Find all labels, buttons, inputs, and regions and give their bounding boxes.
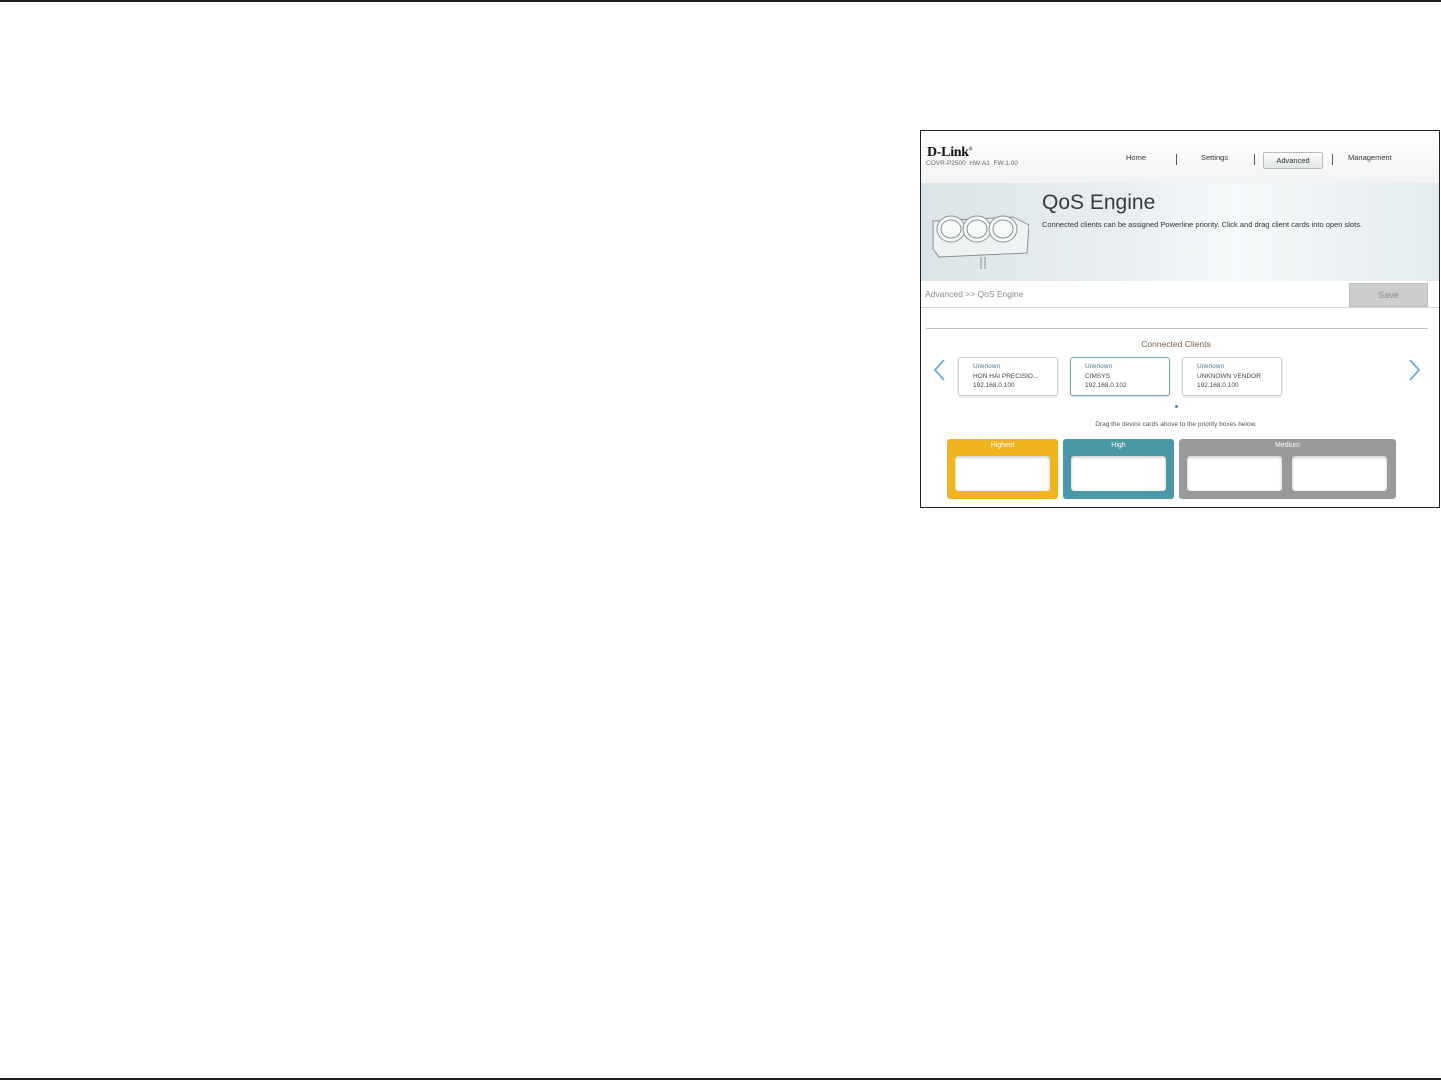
client-card[interactable]: Unknown UNKNOWN VENDOR 192.168.0.100 — [1182, 357, 1282, 396]
client-name: Unknown — [1197, 363, 1225, 370]
priority-label-high: High — [1111, 442, 1126, 449]
dlink-logo: D-Link® — [927, 145, 973, 160]
section-divider — [926, 328, 1428, 329]
bottom-rule — [0, 1078, 1441, 1080]
client-vendor: UNKNOWN VENDOR — [1197, 373, 1261, 380]
header: D-Link® COVR-P2500 HW:A1 FW:1.00 Home Se… — [921, 131, 1439, 184]
chevron-left-icon[interactable] — [931, 357, 949, 383]
nav-separator — [1332, 154, 1333, 165]
device-info: COVR-P2500 HW:A1 FW:1.00 — [926, 160, 1018, 167]
priority-slot[interactable] — [1187, 456, 1282, 491]
save-button[interactable]: Save — [1349, 283, 1428, 307]
client-card[interactable]: Unknown CIMSYS 192.168.0.102 — [1070, 357, 1170, 396]
connected-clients-title: Connected Clients — [1141, 339, 1211, 349]
client-name: Unknown — [973, 363, 1001, 370]
page-title: QoS Engine — [1042, 191, 1156, 214]
nav-separator — [1254, 154, 1255, 165]
priority-box-medium[interactable]: Medium — [1179, 439, 1396, 499]
client-vendor: HON HAI PRECISIO... — [973, 373, 1039, 380]
page-description: Connected clients can be assigned Powerl… — [1042, 220, 1363, 229]
client-ip: 192.168.0.100 — [973, 382, 1015, 389]
client-name: Unknown — [1085, 363, 1113, 370]
priority-label-highest: Highest — [990, 442, 1015, 449]
pagination-dot[interactable] — [1175, 405, 1178, 408]
page-banner: QoS Engine Connected clients can be assi… — [921, 183, 1439, 281]
chevron-right-icon[interactable] — [1405, 357, 1423, 383]
priority-box-high[interactable]: High — [1063, 439, 1174, 499]
qos-illustration-icon — [932, 215, 1029, 269]
priority-slot[interactable] — [1071, 456, 1166, 491]
nav-management[interactable]: Management — [1348, 153, 1392, 162]
nav-settings[interactable]: Settings — [1201, 153, 1228, 162]
breadcrumb: Advanced >> QoS Engine — [925, 289, 1024, 299]
router-ui-screenshot: D-Link® COVR-P2500 HW:A1 FW:1.00 Home Se… — [920, 130, 1440, 508]
priority-slot[interactable] — [955, 456, 1050, 491]
top-rule — [0, 0, 1441, 2]
priority-slot[interactable] — [1292, 456, 1387, 491]
nav-home[interactable]: Home — [1126, 153, 1146, 162]
nav-separator — [1176, 154, 1177, 165]
client-ip: 192.168.0.102 — [1085, 382, 1127, 389]
client-ip: 192.168.0.100 — [1197, 382, 1239, 389]
client-card[interactable]: Unknown HON HAI PRECISIO... 192.168.0.10… — [958, 357, 1058, 396]
priority-box-highest[interactable]: Highest — [947, 439, 1058, 499]
drag-hint: Drag the device cards above to the prior… — [1095, 421, 1257, 428]
priority-label-medium: Medium — [1275, 442, 1300, 449]
client-vendor: CIMSYS — [1085, 373, 1110, 380]
nav-advanced[interactable]: Advanced — [1263, 152, 1323, 169]
breadcrumb-bar: Advanced >> QoS Engine Save — [921, 281, 1439, 308]
